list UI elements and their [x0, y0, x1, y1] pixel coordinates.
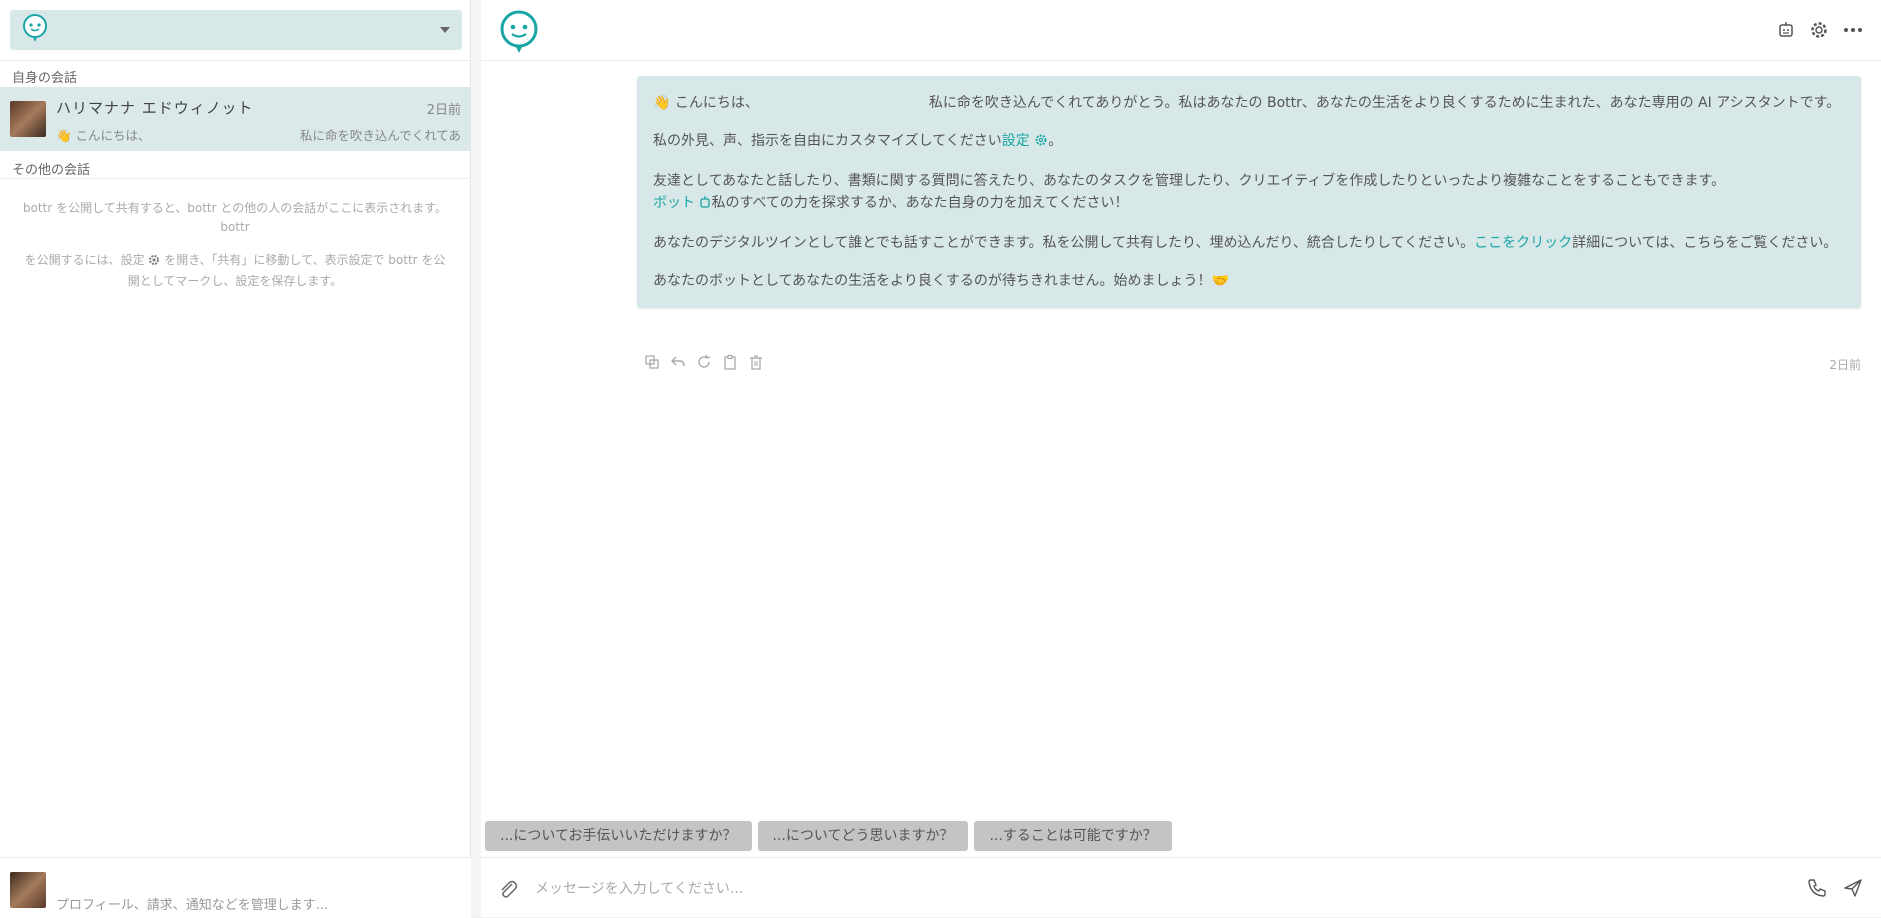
gear-icon [1034, 132, 1048, 154]
phone-icon[interactable] [1807, 878, 1827, 902]
suggestion-chips: ...についてお手伝いいただけますか？ ...についてどう思いますか？ ...す… [485, 821, 1172, 851]
message-text: 詳細については、こちらをご覧ください。 [1572, 235, 1838, 251]
bot-logo-icon [22, 13, 48, 47]
preview-start: 👋 こんにちは、 [56, 128, 151, 143]
empty-line-3-post: を開き、「共有」に移動して、表示設定で bottr を公開としてマークし、設定を… [127, 253, 446, 288]
profile-subtitle: プロフィール、請求、通知などを管理します... [56, 898, 329, 913]
click-here-link[interactable]: ここをクリック [1474, 235, 1572, 251]
empty-state-instructions: を公開するには、設定 を開き、「共有」に移動して、表示設定で bottr を公開… [20, 251, 450, 291]
header-actions [1777, 20, 1863, 40]
conversation-name: ハリマナナ エドウィノット [56, 99, 254, 117]
message-paragraph: 友達としてあなたと話したり、書類に関する質問に答えたり、あなたのタスクを管理した… [653, 170, 1845, 216]
message-paragraph: あなたのデジタルツインとして誰とでも話すことができます。私を公開して共有したり、… [653, 232, 1845, 254]
conversation-time: 2日前 [426, 103, 461, 118]
bot-icon[interactable] [1777, 21, 1795, 39]
suggestion-chip[interactable]: ...についてどう思いますか？ [757, 821, 969, 851]
message-text: 友達としてあなたと話したり、書類に関する質問に答えたり、あなたのタスクを管理した… [653, 173, 1726, 189]
message-text: 👋 こんにちは、 [653, 95, 759, 111]
avatar [10, 872, 46, 908]
conversation-item[interactable]: ハリマナナ エドウィノット 2日前 👋 こんにちは、 私に命を吹き込んでくれてあ [0, 87, 471, 151]
message-actions [644, 354, 764, 374]
message-text: 私に命を吹き込んでくれてありがとう。私はあなたの Bottr、あなたの生活をより… [928, 95, 1841, 111]
reply-icon[interactable] [670, 354, 686, 374]
message-paragraph: あなたのボットとしてあなたの生活をより良くするのが待ちきれません。始めましょう！… [653, 270, 1845, 292]
own-conversations-label: 自身の会話 [12, 71, 78, 86]
message-text: 。 [1048, 133, 1063, 149]
chat-header [481, 0, 1881, 61]
more-icon[interactable] [1843, 27, 1863, 33]
settings-link[interactable]: 設定 [1002, 133, 1030, 149]
chevron-down-icon [440, 27, 450, 33]
copy-icon[interactable] [644, 354, 660, 374]
empty-line-1: bottr を公開して共有すると、bottr との他の人の会話がここに表示されま… [22, 201, 448, 215]
gear-icon[interactable] [1809, 20, 1829, 40]
message-input[interactable] [533, 871, 1737, 907]
empty-line-2: bottr [220, 220, 250, 234]
conversation-preview: 👋 こんにちは、 私に命を吹き込んでくれてあ [56, 125, 461, 144]
preview-end: 私に命を吹き込んでくれてあ [299, 128, 461, 143]
suggestion-chip[interactable]: ...についてお手伝いいただけますか？ [485, 821, 752, 851]
profile-footer[interactable]: プロフィール、請求、通知などを管理します... [0, 857, 471, 918]
trash-icon[interactable] [748, 354, 764, 374]
message-text: あなたのデジタルツインとして誰とでも話すことができます。私を公開して共有したり、… [653, 235, 1475, 251]
bot-logo-icon [499, 10, 539, 58]
attachment-icon[interactable] [497, 878, 519, 904]
message-paragraph: 私の外見、声、指示を自由にカスタマイズしてください設定 。 [653, 130, 1845, 154]
empty-state-text: bottr を公開して共有すると、bottr との他の人の会話がここに表示されま… [20, 199, 450, 237]
sidebar: 自身の会話 ハリマナナ エドウィノット 2日前 👋 こんにちは、 私に命を吹き込… [0, 0, 471, 918]
bot-link[interactable]: ボット [653, 195, 695, 211]
other-conversations-label: その他の会話 [12, 163, 91, 178]
suggestion-chip[interactable]: ...することは可能ですか？ [974, 821, 1172, 851]
bot-selector-dropdown[interactable] [10, 10, 462, 50]
send-icon[interactable] [1843, 878, 1863, 902]
clipboard-icon[interactable] [722, 354, 738, 374]
message-text: 私の外見、声、指示を自由にカスタマイズしてください [653, 133, 1002, 149]
divider [0, 60, 471, 61]
sidebar-separator [471, 0, 481, 917]
refresh-icon[interactable] [696, 354, 712, 374]
message-time: 2日前 [1829, 358, 1861, 372]
empty-line-3-pre: を公開するには、設定 [24, 253, 145, 267]
message-composer [481, 857, 1881, 918]
divider [0, 178, 471, 179]
chat-panel: 👋 こんにちは、 私に命を吹き込んでくれてありがとう。私はあなたの Bottr、あ… [481, 0, 1881, 917]
gear-icon [148, 253, 160, 272]
message-text: 私のすべての力を探求するか、あなた自身の力を加えてください！ [711, 195, 1129, 211]
message-paragraph: 👋 こんにちは、 私に命を吹き込んでくれてありがとう。私はあなたの Bottr、あ… [653, 92, 1845, 114]
app: 自身の会話 ハリマナナ エドウィノット 2日前 👋 こんにちは、 私に命を吹き込… [0, 0, 1881, 918]
avatar [10, 101, 46, 137]
message-text: あなたのボットとしてあなたの生活をより良くするのが待ちきれません。始めましょう！… [653, 273, 1229, 289]
bot-message: 👋 こんにちは、 私に命を吹き込んでくれてありがとう。私はあなたの Bottr、あ… [637, 76, 1861, 308]
bot-icon [699, 194, 711, 216]
